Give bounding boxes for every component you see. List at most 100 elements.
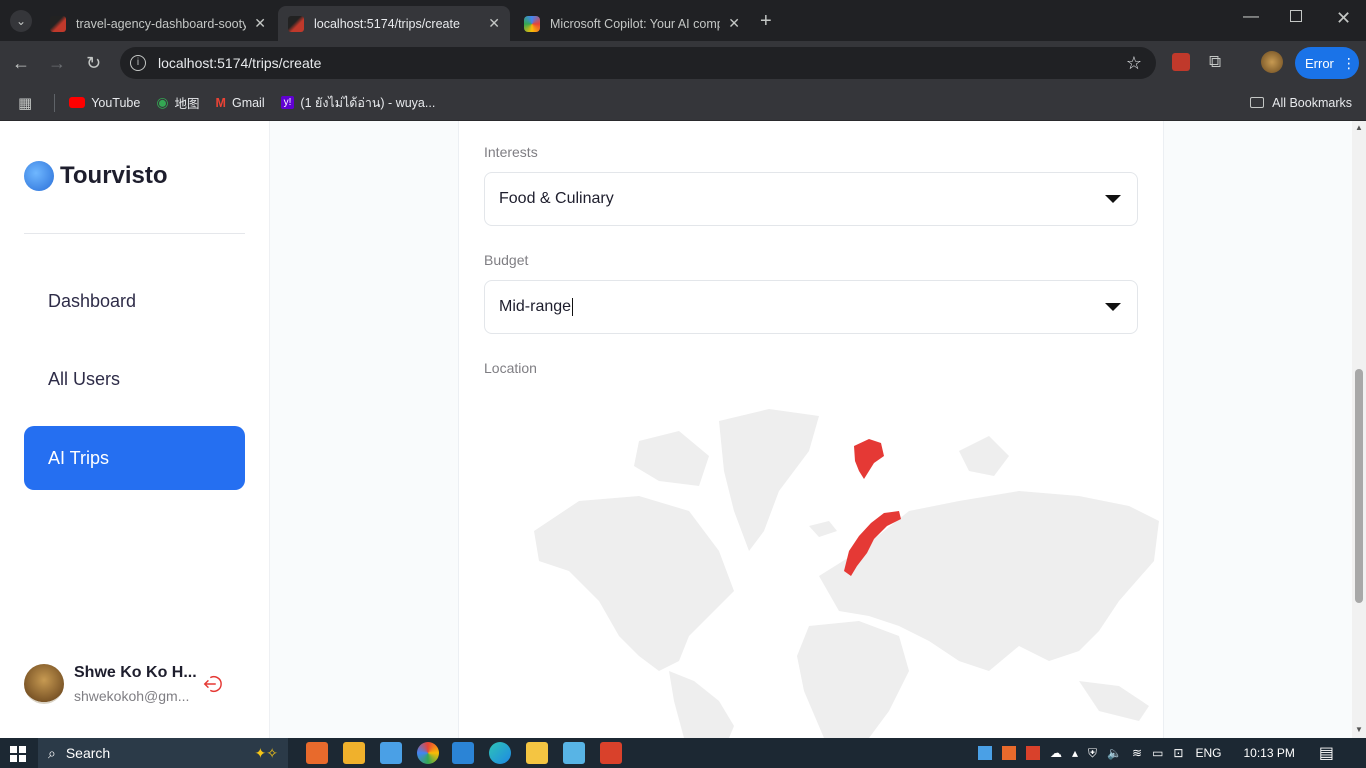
- copilot-sparkle-icon: ✦✧: [254, 744, 278, 761]
- bookmark-maps[interactable]: ◉ 地图: [156, 93, 199, 112]
- sidebar-item-ai-trips[interactable]: AI Trips: [24, 426, 245, 490]
- all-bookmarks[interactable]: All Bookmarks: [1250, 96, 1352, 110]
- map-south-america: [669, 671, 734, 738]
- world-map[interactable]: [519, 401, 1159, 738]
- bookmarks-bar: ▦ YouTube ◉ 地图 M Gmail y! (1 ยังไม่ได้อ่…: [0, 85, 1366, 121]
- map-southeast-asia: [1079, 681, 1149, 721]
- chevron-down-icon: [1105, 195, 1121, 203]
- battery-icon[interactable]: ▭: [1152, 746, 1163, 760]
- avatar: [24, 664, 64, 704]
- minimize-icon[interactable]: —: [1243, 8, 1259, 26]
- map-arctic-islands: [634, 431, 709, 486]
- file-explorer-icon[interactable]: [526, 742, 548, 764]
- map-iceland: [809, 521, 837, 537]
- bookmark-gmail[interactable]: M Gmail: [216, 96, 265, 110]
- bookmark-divider: [54, 93, 56, 112]
- xampp-icon[interactable]: [306, 742, 328, 764]
- address-bar[interactable]: i localhost:5174/trips/create ☆: [120, 47, 1156, 79]
- new-tab-icon[interactable]: +: [760, 10, 772, 33]
- remote-desktop-icon[interactable]: [380, 742, 402, 764]
- close-tab-icon[interactable]: ✕: [728, 15, 740, 32]
- notifications-icon[interactable]: ▤: [1319, 743, 1334, 763]
- tab-copilot[interactable]: Microsoft Copilot: Your AI comp ✕: [514, 6, 750, 41]
- windows-start-icon[interactable]: [10, 746, 26, 762]
- scroll-down-icon[interactable]: ▼: [1355, 725, 1363, 734]
- notepad-icon[interactable]: [563, 742, 585, 764]
- map-africa: [797, 621, 909, 738]
- folder-icon: [1250, 97, 1265, 108]
- profile-avatar-icon[interactable]: [1261, 51, 1283, 73]
- close-window-icon[interactable]: ✕: [1336, 8, 1351, 29]
- tab-trips-create[interactable]: localhost:5174/trips/create ✕: [278, 6, 510, 41]
- gmail-icon: M: [215, 95, 226, 110]
- tray-postman-icon[interactable]: [1026, 746, 1040, 760]
- scroll-up-icon[interactable]: ▲: [1355, 123, 1363, 132]
- vscode-icon[interactable]: [452, 742, 474, 764]
- windows-taskbar: ⌕ Search ✦✧ ☁ ▴ ⛨ 🔈 ≋ ▭ ⊡ ENG 10:13 PM ▤: [0, 738, 1366, 768]
- volume-icon[interactable]: 🔈: [1107, 746, 1122, 760]
- map-novaya-zemlya: [959, 436, 1009, 476]
- brand-logo[interactable]: Tourvisto: [24, 161, 168, 191]
- chevron-down-icon: [1105, 303, 1121, 311]
- extension-icon[interactable]: [1172, 53, 1190, 71]
- trip-form: Interests Food & Culinary Budget Mid-ran…: [458, 121, 1164, 738]
- user-name: Shwe Ko Ko H...: [74, 664, 197, 681]
- security-shield-icon[interactable]: ⛨: [1088, 746, 1097, 761]
- system-tray: ☁ ▴ ⛨ 🔈 ≋ ▭ ⊡ ENG 10:13 PM ▤: [978, 738, 1334, 768]
- interests-select[interactable]: Food & Culinary: [484, 172, 1138, 226]
- budget-label: Budget: [484, 252, 529, 268]
- tab-strip: ⌄ travel-agency-dashboard-sooty ✕ localh…: [0, 0, 1366, 41]
- apps-grid-icon[interactable]: ▦: [18, 94, 32, 112]
- tab-travel-agency[interactable]: travel-agency-dashboard-sooty ✕: [40, 6, 276, 41]
- app-viewport: Tourvisto Dashboard All Users AI Trips S…: [0, 121, 1352, 738]
- site-info-icon[interactable]: i: [130, 55, 146, 71]
- tray-app-icon[interactable]: [978, 746, 992, 760]
- reload-icon[interactable]: ↻: [86, 53, 101, 74]
- favicon-icon: [288, 15, 304, 32]
- sidebar: Tourvisto Dashboard All Users AI Trips S…: [0, 121, 270, 738]
- bookmark-yahoo[interactable]: y! (1 ยังไม่ได้อ่าน) - wuya...: [280, 93, 435, 113]
- user-profile: Shwe Ko Ko H... shwekokoh@gm...: [24, 661, 254, 707]
- taskbar-search[interactable]: ⌕ Search ✦✧: [38, 738, 288, 768]
- sidebar-item-dashboard[interactable]: Dashboard: [24, 269, 245, 333]
- sidebar-divider: [24, 233, 245, 234]
- copilot-icon: [524, 15, 540, 32]
- language-indicator[interactable]: ENG: [1195, 746, 1221, 760]
- browser-toolbar: ← → ↻ i localhost:5174/trips/create ☆ ⧉ …: [0, 41, 1366, 85]
- profile-error-button[interactable]: Error ⋮: [1295, 47, 1359, 79]
- close-tab-icon[interactable]: ✕: [488, 15, 500, 32]
- close-tab-icon[interactable]: ✕: [254, 15, 266, 32]
- search-icon: ⌕: [48, 744, 56, 761]
- scrollbar-thumb[interactable]: [1355, 369, 1363, 603]
- location-label: Location: [484, 360, 537, 376]
- restore-icon[interactable]: [1290, 10, 1302, 22]
- budget-select[interactable]: Mid-range: [484, 280, 1138, 334]
- network-icon[interactable]: ⊡: [1173, 746, 1183, 760]
- user-email: shwekokoh@gm...: [74, 688, 190, 704]
- app-bird-icon[interactable]: [343, 742, 365, 764]
- bookmark-youtube[interactable]: YouTube: [69, 96, 140, 110]
- menu-dots-icon[interactable]: ⋮: [1342, 55, 1356, 72]
- chrome-taskbar-icon[interactable]: [417, 742, 439, 764]
- bookmark-star-icon[interactable]: ☆: [1126, 53, 1142, 74]
- maps-icon: ◉: [156, 94, 169, 110]
- sidebar-item-all-users[interactable]: All Users: [24, 347, 245, 411]
- chevron-up-icon[interactable]: ▴: [1072, 746, 1078, 760]
- edge-icon[interactable]: [489, 742, 511, 764]
- map-svalbard: [854, 439, 884, 479]
- back-icon[interactable]: ←: [12, 53, 30, 74]
- interests-label: Interests: [484, 144, 538, 160]
- page-scrollbar[interactable]: ▲ ▼: [1352, 121, 1366, 738]
- logout-icon[interactable]: [202, 673, 224, 695]
- extensions-puzzle-icon[interactable]: ⧉: [1209, 52, 1221, 72]
- tab-search-icon[interactable]: ⌄: [10, 10, 32, 32]
- postman-icon[interactable]: [600, 742, 622, 764]
- map-north-america: [534, 496, 734, 671]
- wifi-icon[interactable]: ≋: [1132, 746, 1142, 760]
- favicon-icon: [50, 15, 66, 32]
- tray-xampp-icon[interactable]: [1002, 746, 1016, 760]
- onedrive-icon[interactable]: ☁: [1050, 746, 1062, 760]
- forward-icon[interactable]: →: [48, 53, 66, 74]
- clock[interactable]: 10:13 PM: [1243, 746, 1294, 760]
- globe-plane-icon: [24, 161, 54, 191]
